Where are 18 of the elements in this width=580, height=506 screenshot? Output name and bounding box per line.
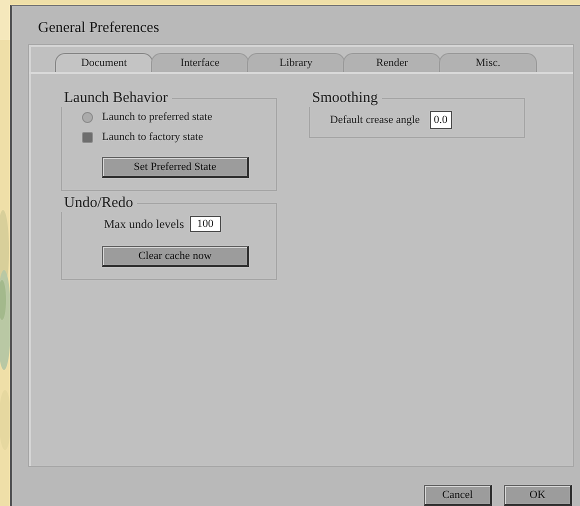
window-title: General Preferences <box>37 19 160 38</box>
radio-label: Launch to preferred state <box>102 111 212 123</box>
tab[interactable]: Render <box>343 53 441 72</box>
dialog-button[interactable]: OK <box>504 485 572 506</box>
input-field[interactable]: 0.0 <box>430 111 452 129</box>
dialog-button[interactable]: Cancel <box>424 485 492 506</box>
tab[interactable]: Interface <box>151 53 249 72</box>
clear-cache-button[interactable]: Clear cache now <box>102 246 249 267</box>
tab[interactable]: Misc. <box>439 53 537 72</box>
field-label: Max undo levels <box>104 216 184 232</box>
radio-button[interactable] <box>82 132 93 142</box>
radio-label: Launch to factory state <box>102 131 204 143</box>
tab[interactable]: Library <box>247 53 345 72</box>
radio-button[interactable] <box>82 112 93 122</box>
tab[interactable]: Document <box>55 53 153 72</box>
input-field[interactable]: 100 <box>190 216 220 232</box>
field-label: Default crease angle <box>330 114 420 126</box>
set-preferred-state-button[interactable]: Set Preferred State <box>102 157 249 178</box>
